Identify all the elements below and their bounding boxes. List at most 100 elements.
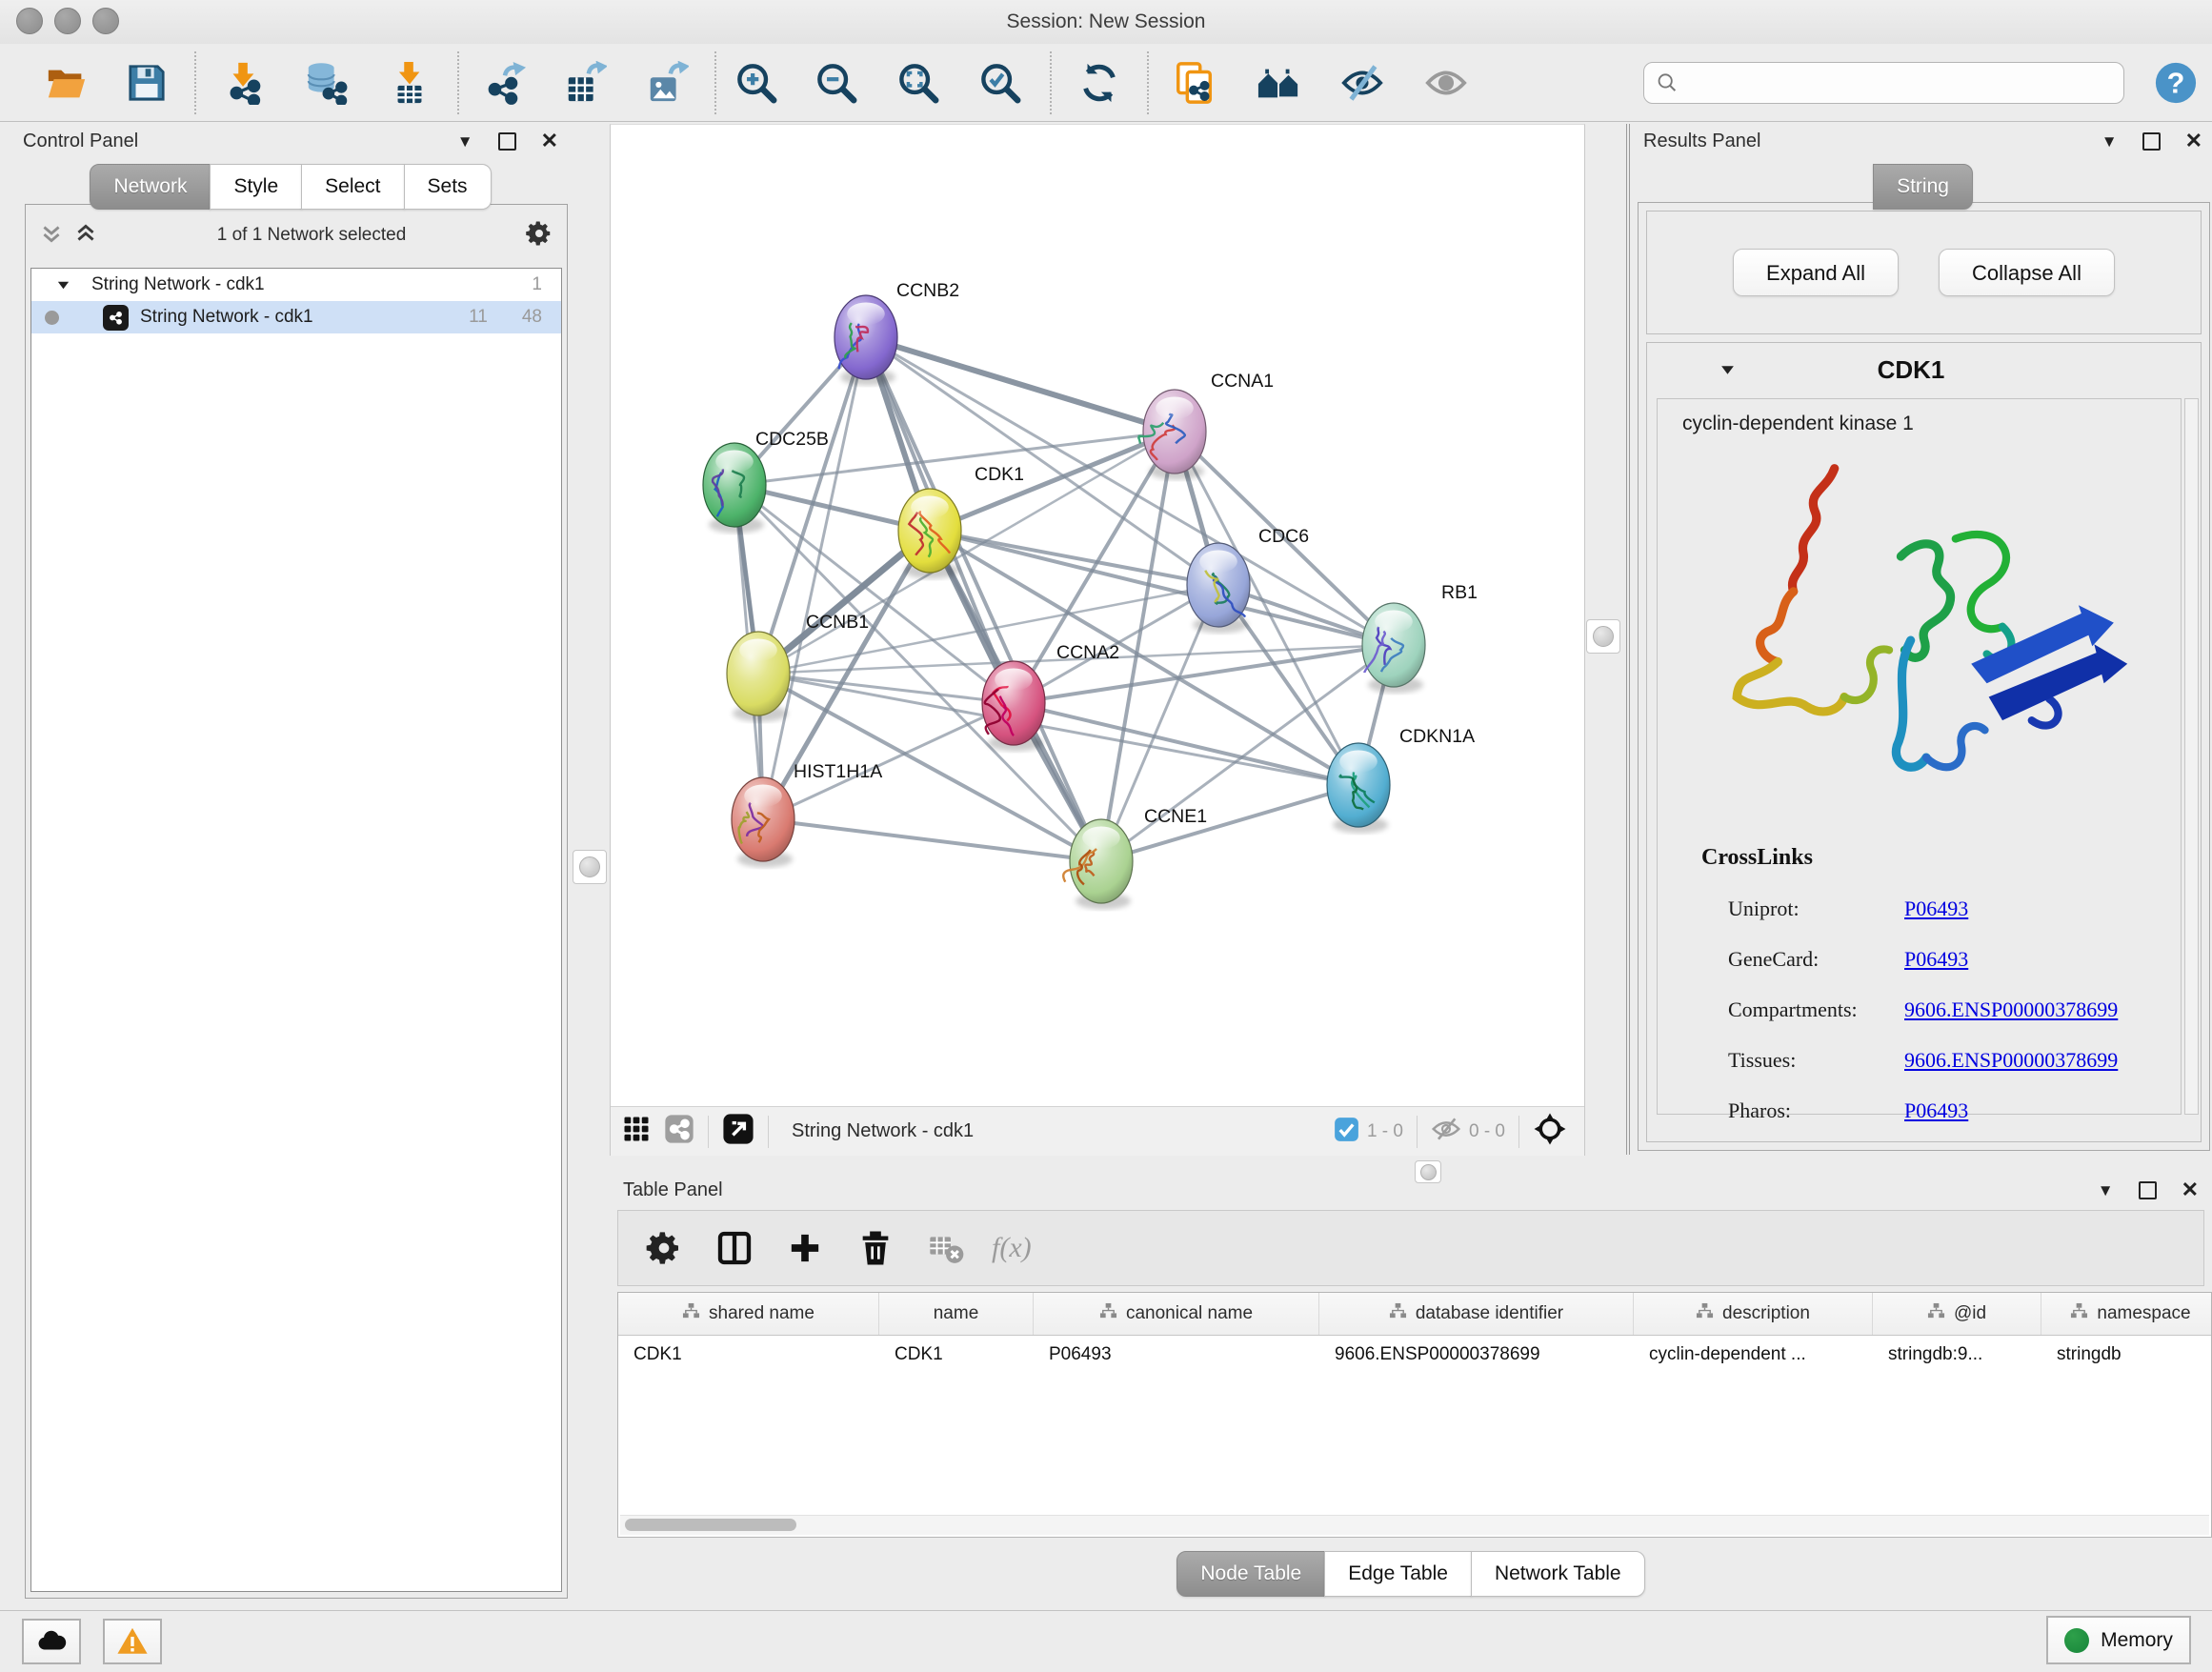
right-splitter[interactable]: [1583, 124, 1626, 1155]
node-section-title[interactable]: CDK1: [1736, 355, 2086, 385]
network-node-rb1[interactable]: RB1: [1362, 582, 1478, 694]
tab-edge-table[interactable]: Edge Table: [1324, 1551, 1472, 1597]
collapse-all-networks-icon[interactable]: [73, 221, 98, 251]
column-header--id[interactable]: @id: [1873, 1293, 2041, 1335]
function-builder-icon[interactable]: f(x): [992, 1232, 1032, 1264]
import-network-from-database-icon[interactable]: [303, 60, 349, 106]
hide-selected-icon[interactable]: [1339, 60, 1385, 106]
crosslink-value-link[interactable]: P06493: [1904, 1098, 1968, 1123]
tab-network-table[interactable]: Network Table: [1471, 1551, 1645, 1597]
column-header-description[interactable]: description: [1634, 1293, 1873, 1335]
import-network-from-file-icon[interactable]: [221, 60, 267, 106]
import-table-from-file-icon[interactable]: [387, 60, 432, 106]
first-neighbors-icon[interactable]: [1256, 60, 1301, 106]
delete-column-icon[interactable]: [851, 1223, 900, 1273]
table-cell[interactable]: CDK1: [618, 1336, 879, 1374]
collapse-panel-icon[interactable]: ▼: [2098, 1182, 2114, 1199]
open-session-icon[interactable]: [44, 60, 90, 106]
collapse-panel-icon[interactable]: ▼: [2101, 133, 2118, 150]
column-header-name[interactable]: name: [879, 1293, 1034, 1335]
network-node-cdkn1a[interactable]: CDKN1A: [1327, 726, 1475, 834]
right-splitter-handle[interactable]: [1586, 619, 1620, 654]
grid-view-icon[interactable]: [622, 1115, 651, 1148]
selected-checkbox-icon[interactable]: [1334, 1117, 1359, 1147]
export-image-icon[interactable]: [644, 60, 690, 106]
section-collapse-triangle-icon[interactable]: [1719, 362, 1736, 378]
expand-all-networks-icon[interactable]: [39, 221, 64, 251]
clear-table-icon[interactable]: [921, 1223, 971, 1273]
network-node-cdk1[interactable]: CDK1: [898, 464, 1024, 579]
search-input[interactable]: [1643, 62, 2124, 104]
search-field[interactable]: [1679, 71, 2112, 94]
zoom-in-icon[interactable]: [734, 60, 779, 106]
memory-button[interactable]: Memory: [2046, 1616, 2191, 1664]
crosslink-value-link[interactable]: P06493: [1904, 947, 1968, 972]
table-cell[interactable]: cyclin-dependent ...: [1634, 1336, 1873, 1374]
collapse-all-button[interactable]: Collapse All: [1939, 249, 2115, 296]
add-column-icon[interactable]: [780, 1223, 830, 1273]
export-network-icon[interactable]: [482, 60, 528, 106]
table-cell[interactable]: stringdb:9...: [1873, 1336, 2041, 1374]
close-panel-icon[interactable]: ✕: [2185, 131, 2202, 151]
open-in-new-window-icon[interactable]: [722, 1113, 754, 1150]
float-panel-icon[interactable]: [498, 132, 516, 151]
close-panel-icon[interactable]: ✕: [2182, 1179, 2199, 1200]
column-header-database-identifier[interactable]: database identifier: [1319, 1293, 1634, 1335]
column-header-namespace[interactable]: namespace: [2041, 1293, 2212, 1335]
show-all-icon[interactable]: [1423, 60, 1469, 106]
show-columns-icon[interactable]: [710, 1223, 759, 1273]
float-panel-icon[interactable]: [2139, 1181, 2157, 1199]
zoom-selected-icon[interactable]: [977, 60, 1023, 106]
crosslink-value-link[interactable]: 9606.ENSP00000378699: [1904, 1048, 2118, 1073]
tab-style[interactable]: Style: [210, 164, 302, 210]
table-horizontal-scrollbar[interactable]: [620, 1515, 2209, 1535]
float-panel-icon[interactable]: [2142, 132, 2161, 151]
help-icon[interactable]: ?: [2153, 60, 2199, 106]
cloud-button[interactable]: [22, 1619, 81, 1664]
zoom-out-icon[interactable]: [814, 60, 859, 106]
tab-select[interactable]: Select: [301, 164, 404, 210]
refresh-icon[interactable]: [1076, 60, 1122, 106]
save-session-icon[interactable]: [124, 60, 170, 106]
warnings-button[interactable]: [103, 1619, 162, 1664]
tab-node-table[interactable]: Node Table: [1176, 1551, 1325, 1597]
network-options-gear-icon[interactable]: [525, 219, 553, 252]
network-edges[interactable]: [734, 337, 1394, 861]
crosslink-value-link[interactable]: 9606.ENSP00000378699: [1904, 997, 2118, 1022]
column-header-shared-name[interactable]: shared name: [618, 1293, 879, 1335]
network-row[interactable]: String Network - cdk1 11 48: [31, 301, 561, 333]
table-splitter-handle[interactable]: [1415, 1160, 1441, 1183]
table-cell[interactable]: 9606.ENSP00000378699: [1319, 1336, 1634, 1374]
clone-network-icon[interactable]: [1172, 60, 1217, 106]
network-edge[interactable]: [1014, 703, 1358, 785]
crosslink-value-link[interactable]: P06493: [1904, 896, 1968, 921]
scrollbar-thumb[interactable]: [625, 1519, 796, 1531]
tab-sets[interactable]: Sets: [404, 164, 492, 210]
expand-all-button[interactable]: Expand All: [1733, 249, 1899, 296]
table-cell[interactable]: P06493: [1034, 1336, 1319, 1374]
birdseye-view-icon[interactable]: [1533, 1112, 1567, 1151]
results-scrollbar[interactable]: [2184, 398, 2199, 1115]
export-table-icon[interactable]: [562, 60, 608, 106]
network-collection-row[interactable]: String Network - cdk1 1: [31, 269, 561, 301]
left-splitter[interactable]: [572, 124, 606, 1602]
close-panel-icon[interactable]: ✕: [541, 131, 558, 151]
collapse-triangle-icon[interactable]: [56, 278, 70, 292]
column-header-canonical-name[interactable]: canonical name: [1034, 1293, 1319, 1335]
network-node-ccnb2[interactable]: CCNB2: [835, 280, 959, 386]
network-share-view-icon[interactable]: [664, 1114, 694, 1149]
network-edge[interactable]: [1101, 785, 1358, 861]
network-edge[interactable]: [866, 337, 1175, 432]
table-cell[interactable]: CDK1: [879, 1336, 1034, 1374]
table-cell[interactable]: stringdb: [2041, 1336, 2212, 1374]
hidden-eye-icon[interactable]: [1431, 1114, 1461, 1149]
zoom-fit-content-icon[interactable]: [895, 60, 941, 106]
tab-network[interactable]: Network: [90, 164, 211, 210]
left-splitter-handle[interactable]: [573, 850, 607, 884]
network-node-hist1h1a[interactable]: HIST1H1A: [732, 761, 882, 868]
network-view[interactable]: CCNB2CCNA1CDC25BCDK1CDC6RB1CCNB1CCNA2CDK…: [610, 124, 1585, 1156]
collapse-panel-icon[interactable]: ▼: [457, 133, 473, 150]
network-edge[interactable]: [866, 337, 1101, 861]
tab-string[interactable]: String: [1873, 164, 1973, 210]
table-options-gear-icon[interactable]: [639, 1223, 689, 1273]
